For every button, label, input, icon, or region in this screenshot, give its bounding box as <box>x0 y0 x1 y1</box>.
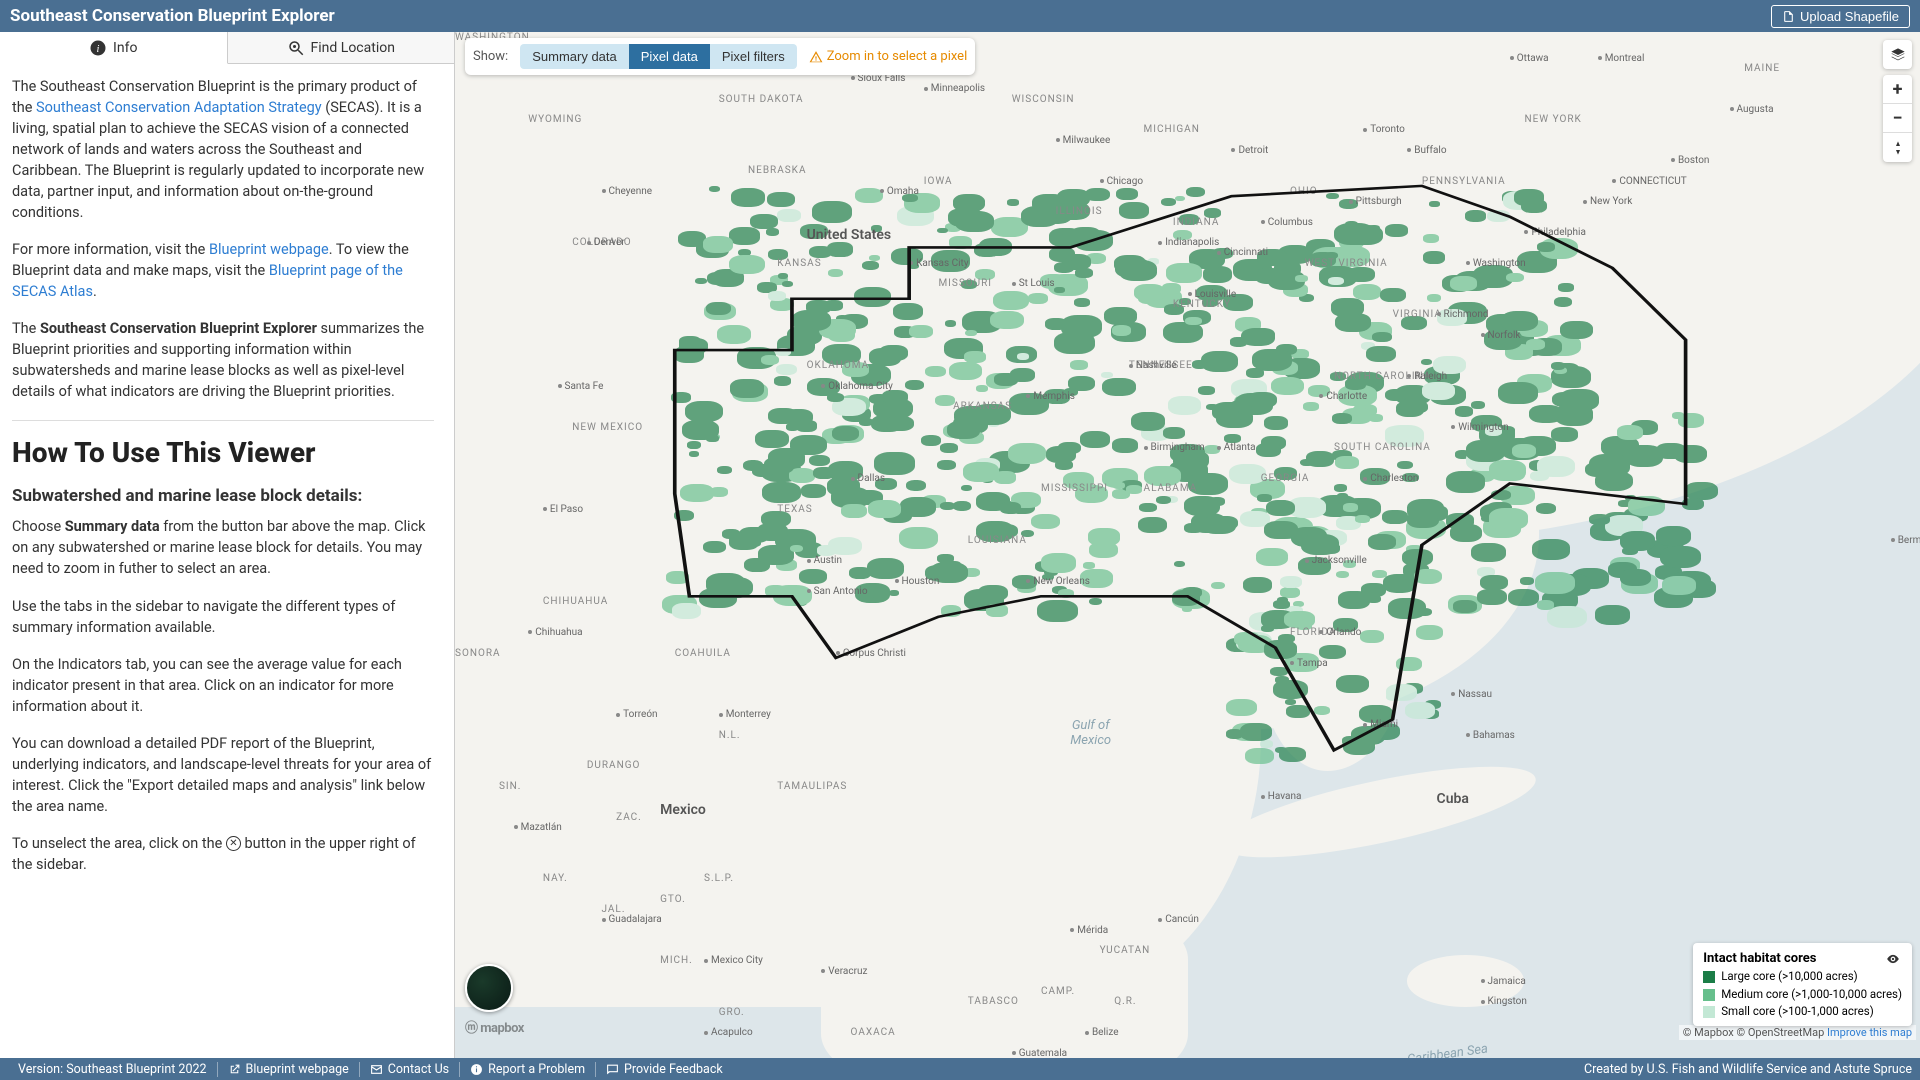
tab-info[interactable]: i Info <box>0 32 228 64</box>
mode-toggle: Summary data Pixel data Pixel filters <box>520 44 797 69</box>
app-header: Southeast Conservation Blueprint Explore… <box>0 0 1920 32</box>
improve-map-link[interactable]: Improve this map <box>1827 1026 1912 1039</box>
legend: Intact habitat cores Large core (>10,000… <box>1693 943 1912 1026</box>
legend-label: Medium core (>1,000-10,000 acres) <box>1721 988 1902 1001</box>
legend-swatch <box>1703 989 1715 1001</box>
compass-button[interactable] <box>1883 133 1912 162</box>
footer-link[interactable]: Blueprint webpage <box>218 1062 360 1077</box>
legend-swatch <box>1703 1006 1715 1018</box>
globe-toggle[interactable] <box>465 964 513 1012</box>
mode-summary[interactable]: Summary data <box>520 44 629 69</box>
sidebar-tabs: i Info Find Location <box>0 32 454 64</box>
footer-left: Version: Southeast Blueprint 2022 Bluepr… <box>8 1062 733 1077</box>
map-canvas[interactable]: WASHINGTONMONTANANORTH DAKOTAMINNESOTASO… <box>455 32 1920 1058</box>
app-title: Southeast Conservation Blueprint Explore… <box>10 6 335 26</box>
layers-button[interactable] <box>1883 40 1912 69</box>
legend-swatch <box>1703 971 1715 983</box>
legend-item: Medium core (>1,000-10,000 acres) <box>1703 988 1902 1001</box>
footer-version: Version: Southeast Blueprint 2022 <box>8 1062 218 1077</box>
map[interactable]: WASHINGTONMONTANANORTH DAKOTAMINNESOTASO… <box>455 32 1920 1058</box>
layers-icon <box>1890 47 1906 63</box>
sidebar: i Info Find Location The Southeast Conse… <box>0 32 455 1058</box>
howto-p2: Use the tabs in the sidebar to navigate … <box>12 596 434 638</box>
subwatershed-heading: Subwatershed and marine lease block deta… <box>12 484 434 509</box>
zoom-hint: Zoom in to select a pixel <box>809 49 968 64</box>
search-location-icon <box>287 39 305 57</box>
upload-shapefile-button[interactable]: Upload Shapefile <box>1771 5 1910 28</box>
mode-pixel-data[interactable]: Pixel data <box>629 44 710 69</box>
legend-item: Small core (>100-1,000 acres) <box>1703 1005 1902 1018</box>
compass-icon <box>1890 140 1906 156</box>
study-area-outline <box>455 32 1920 1058</box>
external-icon <box>228 1063 241 1076</box>
intro-p2: For more information, visit the Blueprin… <box>12 239 434 302</box>
howto-p4: You can download a detailed PDF report o… <box>12 733 434 817</box>
mail-icon <box>370 1063 383 1076</box>
zoom-out-button[interactable]: − <box>1883 104 1912 133</box>
info-icon: i <box>89 39 107 57</box>
intro-p3: The Southeast Conservation Blueprint Exp… <box>12 318 434 402</box>
warning-icon <box>809 50 823 64</box>
show-label: Show: <box>473 49 508 64</box>
footer-link[interactable]: Contact Us <box>360 1062 460 1077</box>
legend-label: Large core (>10,000 acres) <box>1721 970 1857 983</box>
howto-heading: How To Use This Viewer <box>12 433 434 474</box>
mapbox-logo: ⓜ mapbox <box>465 1017 524 1036</box>
footer-link[interactable]: Provide Feedback <box>596 1062 733 1077</box>
link-secas[interactable]: Southeast Conservation Adaptation Strate… <box>36 99 322 116</box>
footer-credit: Created by U.S. Fish and Wildlife Servic… <box>1584 1062 1912 1077</box>
footer: Version: Southeast Blueprint 2022 Bluepr… <box>0 1058 1920 1080</box>
intro-p1: The Southeast Conservation Blueprint is … <box>12 76 434 223</box>
tab-find-location[interactable]: Find Location <box>228 32 455 63</box>
divider <box>12 420 434 421</box>
chat-icon <box>606 1063 619 1076</box>
info-icon <box>470 1063 483 1076</box>
upload-label: Upload Shapefile <box>1800 9 1899 24</box>
main: i Info Find Location The Southeast Conse… <box>0 32 1920 1058</box>
zoom-in-button[interactable]: + <box>1883 75 1912 104</box>
legend-title: Intact habitat cores <box>1703 951 1816 966</box>
eye-icon[interactable] <box>1884 952 1902 966</box>
sidebar-content[interactable]: The Southeast Conservation Blueprint is … <box>0 64 454 1058</box>
howto-p3: On the Indicators tab, you can see the a… <box>12 654 434 717</box>
close-icon: ✕ <box>226 836 241 851</box>
mode-control-bar: Show: Summary data Pixel data Pixel filt… <box>465 38 975 75</box>
howto-p1: Choose Summary data from the button bar … <box>12 516 434 579</box>
howto-p5: To unselect the area, click on the ✕ but… <box>12 833 434 875</box>
svg-text:i: i <box>97 43 100 54</box>
legend-item: Large core (>10,000 acres) <box>1703 970 1902 983</box>
link-blueprint-webpage[interactable]: Blueprint webpage <box>209 241 329 258</box>
map-controls: + − <box>1883 40 1912 162</box>
mode-pixel-filters[interactable]: Pixel filters <box>710 44 797 69</box>
file-icon <box>1782 10 1795 23</box>
map-attribution: © Mapbox © OpenStreetMap Improve this ma… <box>1679 1025 1916 1040</box>
legend-label: Small core (>100-1,000 acres) <box>1721 1005 1874 1018</box>
footer-link[interactable]: Report a Problem <box>460 1062 596 1077</box>
